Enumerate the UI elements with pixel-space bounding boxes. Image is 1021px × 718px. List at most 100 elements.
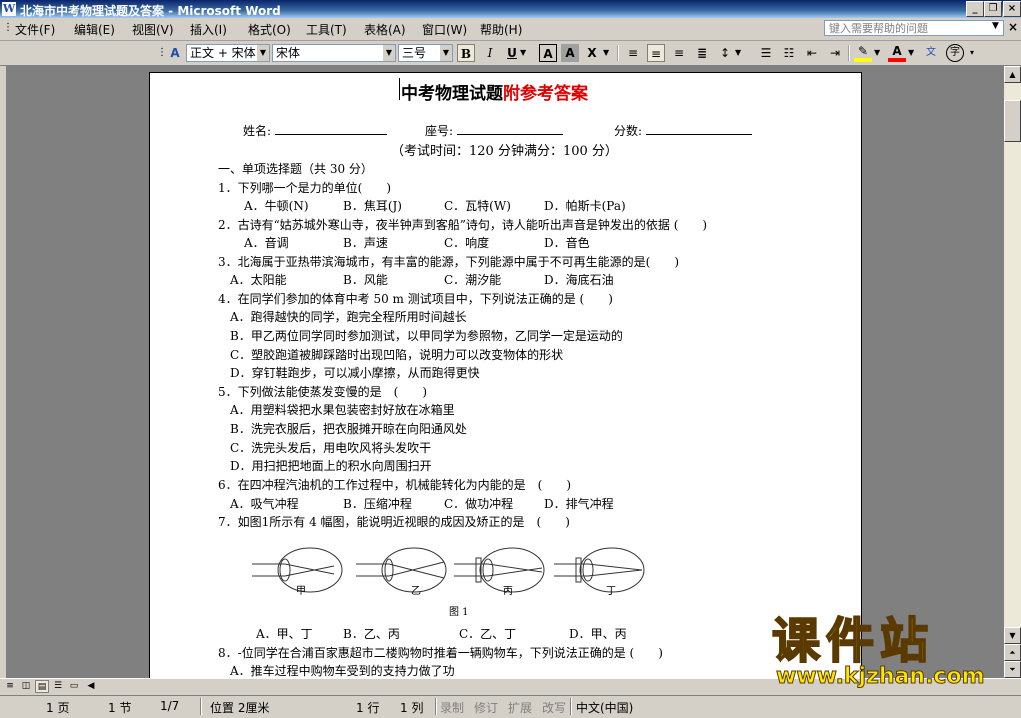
print-view-icon[interactable]: ▤ xyxy=(35,680,49,693)
status-separator xyxy=(200,698,202,715)
q2-option-d: D．音色 xyxy=(544,236,590,250)
align-center-icon[interactable]: ≡ xyxy=(647,44,665,62)
q5-option-c: C．洗完头发后，用电吹风将头发吹干 xyxy=(230,441,432,455)
menu-view[interactable]: 视图(V) xyxy=(132,21,174,38)
menu-edit[interactable]: 编辑(E) xyxy=(74,21,115,38)
char-shading-button[interactable]: A xyxy=(561,44,579,62)
styles-pane-icon[interactable]: A xyxy=(166,44,184,62)
reading-view-icon[interactable]: ▭ xyxy=(67,680,81,693)
chevron-down-icon[interactable]: ▼ xyxy=(908,44,914,62)
status-column: 1 列 xyxy=(400,701,424,715)
q3-option-d: D．海底石油 xyxy=(544,273,614,287)
status-ovr[interactable]: 改写 xyxy=(542,699,566,716)
scroll-thumb[interactable] xyxy=(1004,100,1021,142)
chevron-down-icon: ▼ xyxy=(383,45,395,61)
char-scale-icon[interactable]: X xyxy=(583,44,601,62)
chevron-down-icon: ▼ xyxy=(440,45,452,61)
question-5: 5．下列做法能使蒸发变慢的是 ( ) xyxy=(218,385,427,399)
bullets-icon[interactable]: ☷ xyxy=(780,44,798,62)
scroll-up-icon[interactable]: ▲ xyxy=(1004,66,1021,83)
chevron-down-icon[interactable]: ▼ xyxy=(603,44,609,62)
align-left-icon[interactable]: ≡ xyxy=(624,44,642,62)
increase-indent-icon[interactable]: ⇥ xyxy=(826,44,844,62)
status-rec[interactable]: 录制 xyxy=(440,699,464,716)
score-blank xyxy=(645,134,752,135)
web-view-icon[interactable]: ◫ xyxy=(19,680,33,693)
close-button[interactable]: × xyxy=(1003,1,1021,17)
justify-icon[interactable]: ≣ xyxy=(693,44,711,62)
question-4: 4．在同学们参加的体育中考 50 m 测试项目中，下列说法正确的是 ( ) xyxy=(218,292,613,306)
font-select[interactable]: 宋体 ▼ xyxy=(272,44,396,62)
eye-diagram-bing xyxy=(454,547,545,593)
q1-option-a: A．牛顿(N) xyxy=(244,199,309,213)
previous-page-icon[interactable]: ⏶ xyxy=(1004,644,1021,661)
status-bar: 1 页 1 节 1/7 位置 2厘米 1 行 1 列 录制 修订 扩展 改写 中… xyxy=(0,695,1021,718)
toolbar-options-icon[interactable]: ▾ xyxy=(970,44,974,62)
scroll-left-icon[interactable]: ◀ xyxy=(84,680,98,693)
status-trk[interactable]: 修订 xyxy=(474,699,498,716)
fig-label-ding: 丁 xyxy=(606,586,616,597)
word-icon[interactable]: W xyxy=(2,2,16,16)
scroll-down-icon[interactable]: ▼ xyxy=(1004,627,1021,644)
decrease-indent-icon[interactable]: ⇤ xyxy=(803,44,821,62)
char-border-button[interactable]: A xyxy=(539,44,557,62)
menu-format[interactable]: 格式(O) xyxy=(248,21,291,38)
restore-button[interactable]: ❐ xyxy=(984,1,1002,17)
eye-diagram-ding xyxy=(554,547,645,593)
font-color-icon[interactable]: A xyxy=(888,44,906,62)
q5-option-d: D．用扫把把地面上的积水向周围扫开 xyxy=(230,459,432,473)
status-ext[interactable]: 扩展 xyxy=(508,699,532,716)
title-black-part: 中考物理试题 xyxy=(401,84,503,104)
chevron-down-icon[interactable]: ▼ xyxy=(874,44,880,62)
q1-option-d: D．帕斯卡(Pa) xyxy=(544,199,626,213)
menu-table[interactable]: 表格(A) xyxy=(364,21,406,38)
title-bar: W 北海市中考物理试题及答案 - Microsoft Word _ ❐ × xyxy=(0,0,1021,18)
status-section: 1 节 xyxy=(108,701,132,715)
help-search-input[interactable]: 键入需要帮助的问题 xyxy=(824,20,1004,36)
status-page-of: 1/7 xyxy=(160,699,180,713)
document-title: 中考物理试题附参考答案 xyxy=(401,79,588,104)
question-7: 7．如图1所示有 4 幅图，能说明近视眼的成因及矫正的是 ( ) xyxy=(218,515,570,529)
vertical-scrollbar[interactable]: ▲ ▼ ⏶ ⏷ xyxy=(1004,66,1021,678)
eye-diagram-yi xyxy=(356,547,447,593)
menu-file[interactable]: 文件(F) xyxy=(15,21,55,38)
italic-button[interactable]: I xyxy=(481,44,499,62)
fig-label-jia: 甲 xyxy=(296,586,306,597)
chevron-down-icon[interactable]: ▼ xyxy=(735,44,741,62)
underline-button[interactable]: U xyxy=(503,44,521,62)
q4-option-d: D．穿钉鞋跑步，可以减小摩擦，从而跑得更快 xyxy=(230,366,480,380)
document-area: 中考物理试题附参考答案 姓名: 座号: 分数: （考试时间：120 分钟满分：1… xyxy=(6,66,1004,678)
q1-option-b: B．焦耳(J) xyxy=(343,199,402,213)
minimize-button[interactable]: _ xyxy=(966,1,984,17)
menu-insert[interactable]: 插入(I) xyxy=(190,21,227,38)
document-page[interactable]: 中考物理试题附参考答案 姓名: 座号: 分数: （考试时间：120 分钟满分：1… xyxy=(149,72,862,678)
normal-view-icon[interactable]: ≡ xyxy=(3,680,17,693)
style-select[interactable]: 正文 + 宋体 ▼ xyxy=(186,44,270,62)
outline-view-icon[interactable]: ☰ xyxy=(51,680,65,693)
status-separator xyxy=(435,698,437,715)
chevron-down-icon[interactable]: ▼ xyxy=(992,21,999,31)
menu-tools[interactable]: 工具(T) xyxy=(306,21,347,38)
enclose-characters-icon[interactable]: 字 xyxy=(946,44,964,62)
menu-help[interactable]: 帮助(H) xyxy=(480,21,522,38)
align-right-icon[interactable]: ≡ xyxy=(670,44,688,62)
font-size-select[interactable]: 三号 ▼ xyxy=(398,44,453,62)
close-document-icon[interactable]: × xyxy=(1008,20,1018,34)
q8-option-a: A．推车过程中购物车受到的支持力做了功 xyxy=(230,664,455,678)
menu-window[interactable]: 窗口(W) xyxy=(422,21,467,38)
line-spacing-icon[interactable]: ↕ xyxy=(716,44,734,62)
next-page-icon[interactable]: ⏷ xyxy=(1004,661,1021,678)
question-6: 6．在四冲程汽油机的工作过程中，机械能转化为内能的是 ( ) xyxy=(218,478,572,492)
phonetic-guide-icon[interactable]: 文 xyxy=(922,44,940,62)
numbering-icon[interactable]: ☰ xyxy=(757,44,775,62)
window-title: 北海市中考物理试题及答案 - Microsoft Word xyxy=(20,4,281,18)
q5-option-b: B．洗完衣服后，把衣服摊开晾在向阳通风处 xyxy=(230,422,467,436)
highlight-icon[interactable]: ✎ xyxy=(854,44,872,62)
q7-option-a: A．甲、丁 xyxy=(256,627,313,641)
q6-option-c: C．做功冲程 xyxy=(444,497,514,511)
section-heading: 一、单项选择题（共 30 分） xyxy=(218,162,373,176)
chevron-down-icon[interactable]: ▼ xyxy=(520,44,526,62)
question-3: 3．北海属于亚热带滨海城市，有丰富的能源，下列能源中属于不可再生能源的是( ) xyxy=(218,255,680,269)
watermark-url: www.kjzhan.com xyxy=(776,664,986,690)
bold-button[interactable]: B xyxy=(457,44,475,62)
